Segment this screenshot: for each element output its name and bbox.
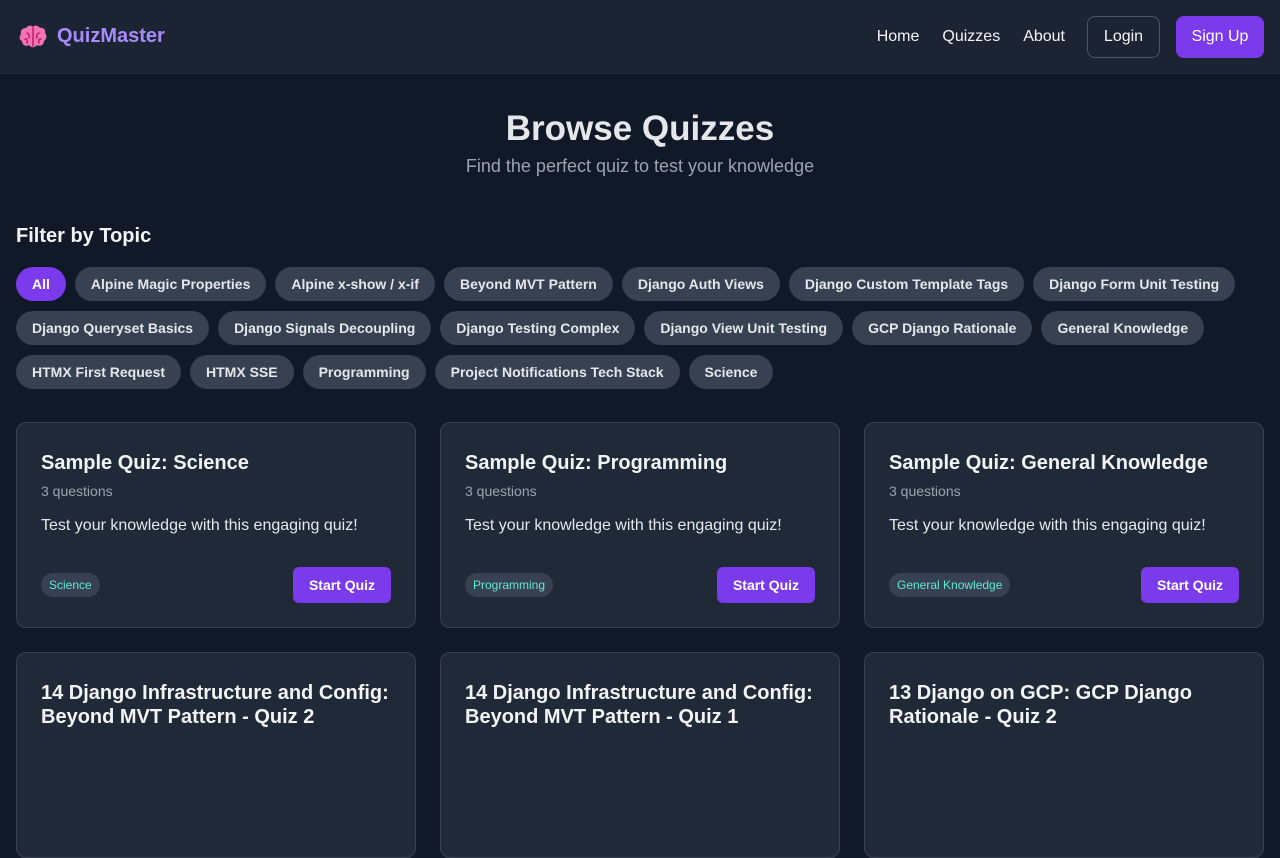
signup-button[interactable]: Sign Up (1176, 15, 1264, 58)
nav-link-about[interactable]: About (1023, 28, 1065, 46)
start-quiz-button[interactable]: Start Quiz (293, 567, 391, 603)
nav-link-quizzes[interactable]: Quizzes (942, 28, 1000, 46)
quiz-description: Test your knowledge with this engaging q… (465, 517, 782, 534)
question-count: 3 questions (41, 483, 113, 499)
brand[interactable]: QuizMaster (18, 22, 165, 52)
quiz-card: 13 Django on GCP: GCP Django Rationale -… (864, 652, 1264, 858)
nav-menu: Home Quizzes About Login Sign Up (877, 15, 1264, 58)
filter-title: Filter by Topic (16, 225, 152, 247)
topic-chip-all[interactable]: All (16, 267, 66, 301)
topic-chip-beyond-mvt-pattern[interactable]: Beyond MVT Pattern (443, 267, 613, 301)
question-count: 3 questions (465, 483, 537, 499)
card-footer: Programming Start Quiz (465, 567, 815, 603)
quiz-title: Sample Quiz: Programming (465, 452, 728, 474)
quiz-title: 14 Django Infrastructure and Config: Bey… (465, 682, 813, 728)
topic-chip-alpine-x-show-x-if[interactable]: Alpine x-show / x-if (275, 267, 435, 301)
start-quiz-button[interactable]: Start Quiz (1141, 567, 1239, 603)
topic-chip-django-queryset-basics[interactable]: Django Queryset Basics (16, 311, 210, 345)
topic-chip-django-custom-template-tags[interactable]: Django Custom Template Tags (788, 267, 1025, 301)
topic-chip-django-signals-decoupling[interactable]: Django Signals Decoupling (218, 311, 432, 345)
topic-chip-htmx-sse[interactable]: HTMX SSE (190, 355, 294, 389)
topic-chip-django-auth-views[interactable]: Django Auth Views (621, 267, 780, 301)
navbar: QuizMaster Home Quizzes About Login Sign… (0, 0, 1280, 74)
page-subtitle: Find the perfect quiz to test your knowl… (465, 156, 815, 176)
start-quiz-button[interactable]: Start Quiz (717, 567, 815, 603)
topic-tag: Science (41, 573, 100, 597)
quiz-title: Sample Quiz: General Knowledge (889, 452, 1208, 474)
quiz-grid: Sample Quiz: Science 3 questions Test yo… (16, 422, 1264, 858)
topic-chip-django-form-unit-testing[interactable]: Django Form Unit Testing (1033, 267, 1236, 301)
quiz-title: 13 Django on GCP: GCP Django Rationale -… (889, 682, 1192, 728)
quiz-card: Sample Quiz: General Knowledge 3 questio… (864, 422, 1264, 628)
topic-chip-htmx-first-request[interactable]: HTMX First Request (16, 355, 182, 389)
topic-chip-science[interactable]: Science (688, 355, 774, 389)
question-count: 3 questions (889, 483, 961, 499)
topic-tag: Programming (465, 573, 554, 597)
topic-chip-alpine-magic-properties[interactable]: Alpine Magic Properties (74, 267, 267, 301)
quiz-title: 14 Django Infrastructure and Config: Bey… (41, 682, 389, 728)
topic-chip-gcp-django-rationale[interactable]: GCP Django Rationale (852, 311, 1033, 345)
topic-chip-django-view-unit-testing[interactable]: Django View Unit Testing (644, 311, 844, 345)
quiz-card: 14 Django Infrastructure and Config: Bey… (440, 652, 840, 858)
card-footer: Science Start Quiz (41, 567, 391, 603)
brain-icon (18, 22, 48, 52)
card-footer: General Knowledge Start Quiz (889, 567, 1239, 603)
nav-link-home[interactable]: Home (877, 28, 920, 46)
quiz-description: Test your knowledge with this engaging q… (41, 517, 358, 534)
topic-chip-django-testing-complex[interactable]: Django Testing Complex (440, 311, 636, 345)
quiz-card: 14 Django Infrastructure and Config: Bey… (16, 652, 416, 858)
topic-tag: General Knowledge (889, 573, 1011, 597)
topic-chip-programming[interactable]: Programming (302, 355, 426, 389)
quiz-card: Sample Quiz: Science 3 questions Test yo… (16, 422, 416, 628)
topic-filter-list: All Alpine Magic Properties Alpine x-sho… (16, 267, 1264, 389)
brand-name: QuizMaster (57, 25, 165, 47)
topic-chip-project-notifications-tech-stack[interactable]: Project Notifications Tech Stack (434, 355, 680, 389)
quiz-description: Test your knowledge with this engaging q… (889, 517, 1206, 534)
page-title: Browse Quizzes (505, 109, 775, 148)
login-button[interactable]: Login (1087, 15, 1160, 58)
topic-chip-general-knowledge[interactable]: General Knowledge (1041, 311, 1205, 345)
hero: Browse Quizzes Find the perfect quiz to … (0, 108, 1280, 177)
quiz-title: Sample Quiz: Science (41, 452, 249, 474)
quiz-card: Sample Quiz: Programming 3 questions Tes… (440, 422, 840, 628)
